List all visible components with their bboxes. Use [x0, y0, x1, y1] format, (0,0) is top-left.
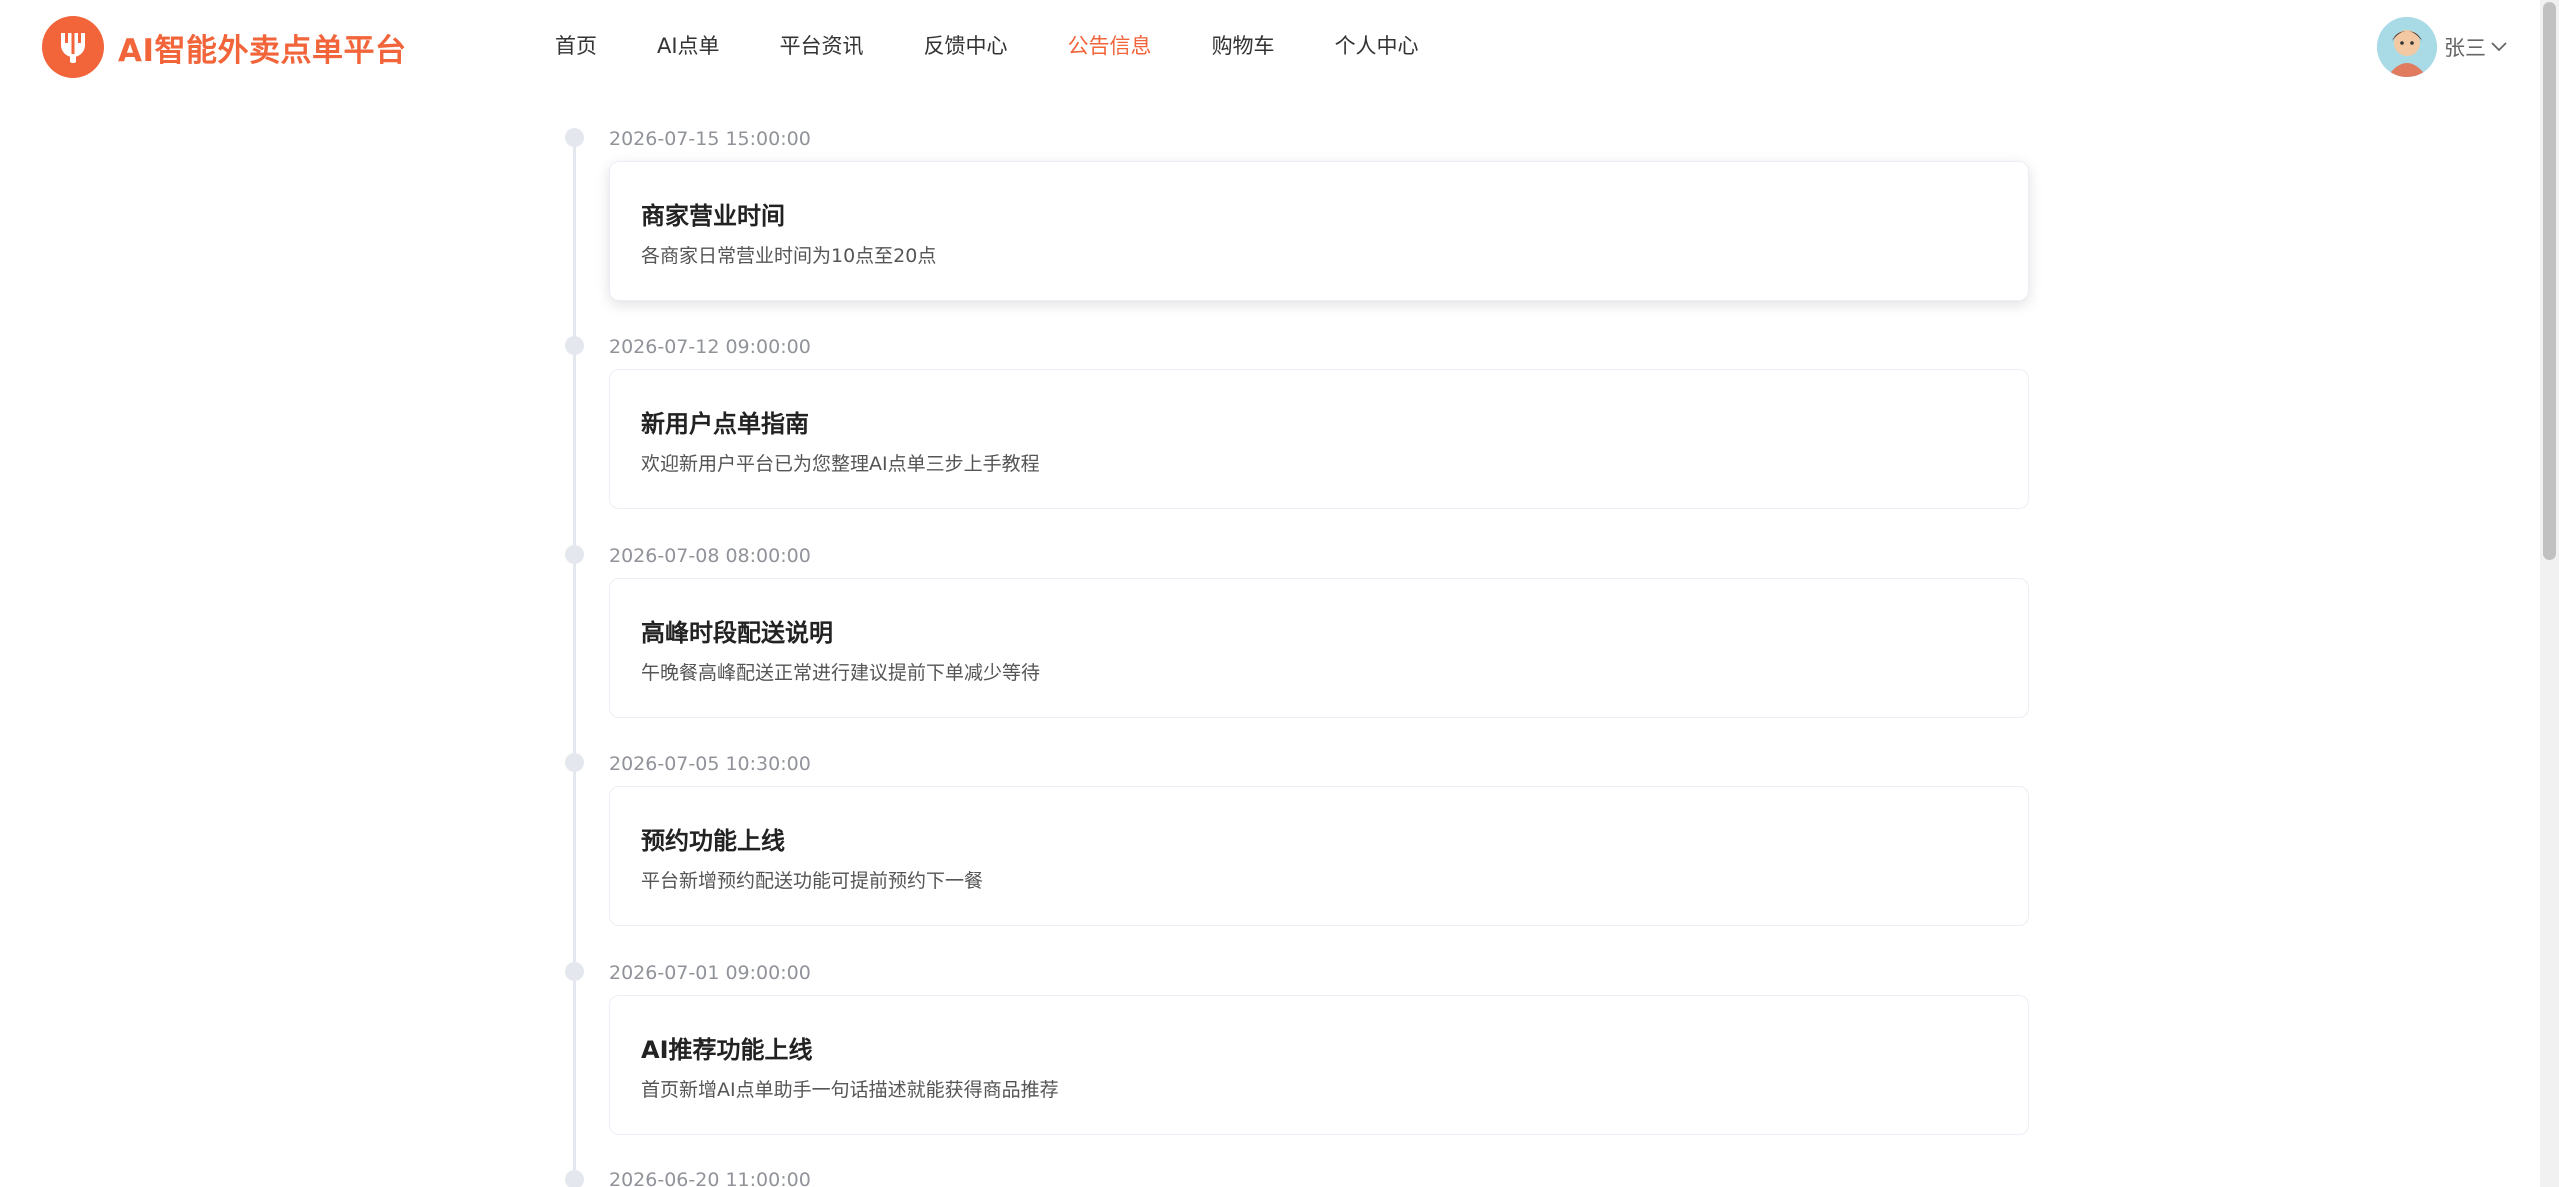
announcement-time: 2026-07-15 15:00:00 [609, 128, 811, 150]
announcement-card[interactable]: 商家营业时间 各商家日常营业时间为10点至20点 [609, 161, 2029, 301]
timeline-dot [565, 753, 584, 772]
nav-item-ai-order[interactable]: AI点单 [657, 30, 720, 60]
avatar[interactable] [2377, 17, 2437, 77]
user-name: 张三 [2444, 36, 2486, 60]
timeline-dot [565, 128, 584, 147]
announcement-title: 预约功能上线 [641, 827, 785, 855]
nav-item-cart[interactable]: 购物车 [1212, 30, 1275, 60]
announcement-card[interactable]: 高峰时段配送说明 午晚餐高峰配送正常进行建议提前下单减少等待 [609, 578, 2029, 718]
announcement-content: 首页新增AI点单助手一句话描述就能获得商品推荐 [641, 1079, 1059, 1101]
announcement-content: 午晚餐高峰配送正常进行建议提前下单减少等待 [641, 662, 1041, 684]
timeline-dot [565, 962, 584, 981]
announcement-card[interactable]: 新用户点单指南 欢迎新用户平台已为您整理AI点单三步上手教程 [609, 369, 2029, 509]
announcement-time: 2026-07-01 09:00:00 [609, 962, 811, 984]
announcement-title: AI推荐功能上线 [641, 1036, 813, 1064]
page: AI智能外卖点单平台 首页 AI点单 平台资讯 反馈中心 公告信息 购物车 个人… [0, 0, 2559, 1187]
top-header: AI智能外卖点单平台 首页 AI点单 平台资讯 反馈中心 公告信息 购物车 个人… [0, 0, 2540, 92]
announcement-content: 欢迎新用户平台已为您整理AI点单三步上手教程 [641, 453, 1040, 475]
chevron-down-icon[interactable] [2490, 41, 2508, 53]
main-nav: 首页 AI点单 平台资讯 反馈中心 公告信息 购物车 个人中心 [555, 22, 1479, 68]
announcement-time: 2026-07-05 10:30:00 [609, 753, 811, 775]
fork-knife-icon [42, 16, 104, 78]
announcement-content: 各商家日常营业时间为10点至20点 [641, 245, 937, 267]
scrollbar-thumb[interactable] [2543, 2, 2556, 560]
nav-item-profile[interactable]: 个人中心 [1335, 30, 1419, 60]
brand-logo[interactable]: AI智能外卖点单平台 [42, 16, 407, 78]
announcement-content: 平台新增预约配送功能可提前预约下一餐 [641, 870, 984, 892]
announcement-time: 2026-06-20 11:00:00 [609, 1169, 811, 1187]
page-scrollbar[interactable] [2540, 0, 2559, 1187]
announcement-title: 商家营业时间 [641, 202, 785, 230]
user-menu[interactable]: 张三 [2377, 16, 2508, 78]
nav-item-announcements[interactable]: 公告信息 [1068, 30, 1152, 60]
timeline-dot [565, 1170, 584, 1187]
timeline-line [573, 136, 576, 1187]
nav-item-news[interactable]: 平台资讯 [780, 30, 864, 60]
announcement-time: 2026-07-08 08:00:00 [609, 545, 811, 567]
brand-name: AI智能外卖点单平台 [118, 32, 407, 69]
announcement-card[interactable]: 预约功能上线 平台新增预约配送功能可提前预约下一餐 [609, 786, 2029, 926]
timeline-dot [565, 545, 584, 564]
announcement-time: 2026-07-12 09:00:00 [609, 336, 811, 358]
announcement-title: 高峰时段配送说明 [641, 619, 833, 647]
announcement-card[interactable]: AI推荐功能上线 首页新增AI点单助手一句话描述就能获得商品推荐 [609, 995, 2029, 1135]
timeline-dot [565, 336, 584, 355]
nav-item-home[interactable]: 首页 [555, 30, 597, 60]
announcement-title: 新用户点单指南 [641, 410, 809, 438]
nav-item-feedback[interactable]: 反馈中心 [924, 30, 1008, 60]
